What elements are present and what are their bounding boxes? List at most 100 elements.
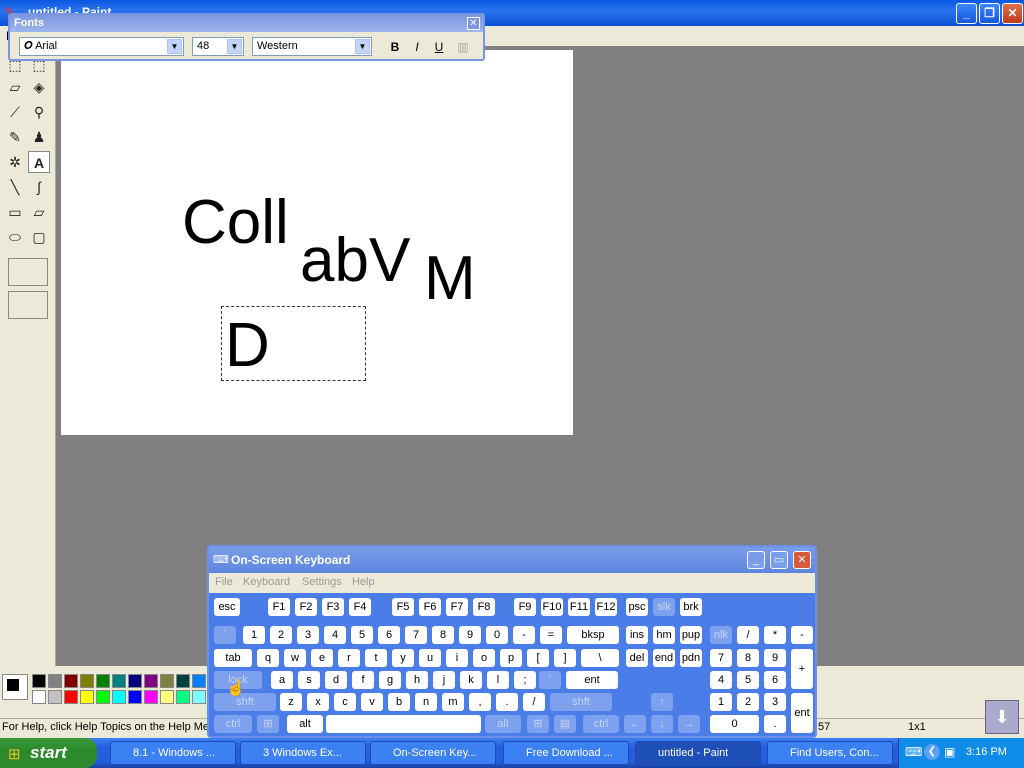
osk-key[interactable]: alt <box>485 715 521 733</box>
font-size-select[interactable]: 48 ▼ <box>192 37 244 56</box>
osk-key[interactable]: 7 <box>710 649 732 667</box>
ellipse-icon[interactable]: ⬭ <box>4 226 26 248</box>
palette-swatch[interactable] <box>48 690 62 704</box>
osk-key[interactable]: pdn <box>680 649 702 667</box>
palette-swatch[interactable] <box>176 674 190 688</box>
fonts-close-button[interactable]: ✕ <box>467 17 480 30</box>
osk-key[interactable]: b <box>388 693 410 711</box>
palette-swatch[interactable] <box>32 690 46 704</box>
osk-close-button[interactable]: ✕ <box>793 551 811 569</box>
osk-key[interactable]: → <box>678 715 700 733</box>
osk-key[interactable]: f <box>352 671 374 689</box>
windows-key-icon[interactable]: ⊞ <box>257 715 279 733</box>
osk-key[interactable]: nlk <box>710 626 732 644</box>
osk-key[interactable]: . <box>496 693 518 711</box>
osk-key[interactable]: 1 <box>710 693 732 711</box>
osk-key[interactable]: q <box>257 649 279 667</box>
curve-icon[interactable]: ∫ <box>28 176 50 198</box>
osk-key[interactable]: F3 <box>322 598 344 616</box>
rounded-rect-icon[interactable]: ▢ <box>28 226 50 248</box>
osk-key[interactable]: 3 <box>764 693 786 711</box>
osk-key[interactable]: F7 <box>446 598 468 616</box>
osk-key[interactable]: t <box>365 649 387 667</box>
osk-key[interactable]: 4 <box>324 626 346 644</box>
menu-key-icon[interactable]: ▤ <box>554 715 576 733</box>
osk-key[interactable]: i <box>446 649 468 667</box>
palette-swatch[interactable] <box>64 674 78 688</box>
font-name-select[interactable]: 𝑶 Arial ▼ <box>19 37 184 56</box>
osk-key[interactable]: m <box>442 693 464 711</box>
osk-key[interactable]: F12 <box>595 598 617 616</box>
osk-key[interactable]: bksp <box>567 626 619 644</box>
palette-swatch[interactable] <box>128 690 142 704</box>
osk-key[interactable]: del <box>626 649 648 667</box>
osk-key[interactable]: ← <box>624 715 646 733</box>
osk-key[interactable]: 7 <box>405 626 427 644</box>
airbrush-icon[interactable]: ✲ <box>4 151 26 173</box>
taskbar-item[interactable]: 8.1 - Windows ... <box>110 741 236 765</box>
bold-button[interactable]: B <box>385 38 405 56</box>
eraser-icon[interactable]: ▱ <box>4 76 26 98</box>
osk-key[interactable]: = <box>540 626 562 644</box>
osk-key[interactable]: F2 <box>295 598 317 616</box>
osk-key[interactable]: ent <box>791 693 813 733</box>
osk-key[interactable]: F5 <box>392 598 414 616</box>
magnifier-icon[interactable]: ⚲ <box>28 101 50 123</box>
transparent-background-option[interactable] <box>8 291 48 319</box>
osk-key[interactable]: ↑ <box>651 693 673 711</box>
keyboard-tray-icon[interactable]: ⌨ <box>905 745 922 759</box>
osk-key[interactable]: brk <box>680 598 702 616</box>
osk-key[interactable]: e <box>311 649 333 667</box>
osk-key[interactable]: ctrl <box>214 715 252 733</box>
palette-swatch[interactable] <box>176 690 190 704</box>
osk-key[interactable]: pup <box>680 626 702 644</box>
palette-swatch[interactable] <box>112 690 126 704</box>
osk-key[interactable]: d <box>325 671 347 689</box>
line-icon[interactable]: ╲ <box>4 176 26 198</box>
osk-key[interactable]: a <box>271 671 293 689</box>
osk-key[interactable]: 2 <box>270 626 292 644</box>
osk-key[interactable]: 9 <box>459 626 481 644</box>
osk-key[interactable]: / <box>523 693 545 711</box>
osk-key[interactable]: 2 <box>737 693 759 711</box>
osk-key[interactable]: s <box>298 671 320 689</box>
osk-key[interactable]: o <box>473 649 495 667</box>
osk-key[interactable]: . <box>764 715 786 733</box>
taskbar-item[interactable]: Find Users, Con... <box>767 741 893 765</box>
osk-key[interactable]: tab <box>214 649 252 667</box>
osk-key[interactable]: x <box>307 693 329 711</box>
osk-key[interactable]: , <box>469 693 491 711</box>
osk-key[interactable]: j <box>433 671 455 689</box>
osk-menu-help[interactable]: Help <box>352 576 375 588</box>
osk-spacebar[interactable] <box>326 715 481 733</box>
osk-key[interactable]: F8 <box>473 598 495 616</box>
palette-swatch[interactable] <box>48 674 62 688</box>
osk-key[interactable]: 5 <box>351 626 373 644</box>
palette-swatch[interactable] <box>160 690 174 704</box>
osk-menu-file[interactable]: File <box>215 576 233 588</box>
osk-key[interactable]: ' <box>539 671 561 689</box>
osk-maximize-button[interactable]: ▭ <box>770 551 788 569</box>
osk-key[interactable]: 9 <box>764 649 786 667</box>
vertical-text-button[interactable]: ▥ <box>453 38 473 56</box>
osk-key[interactable]: z <box>280 693 302 711</box>
palette-swatch[interactable] <box>80 674 94 688</box>
osk-key[interactable]: 4 <box>710 671 732 689</box>
osk-key[interactable]: n <box>415 693 437 711</box>
osk-key[interactable]: 0 <box>486 626 508 644</box>
taskbar-item[interactable]: Free Download ... <box>503 741 629 765</box>
palette-swatch[interactable] <box>96 690 110 704</box>
palette-swatch[interactable] <box>144 690 158 704</box>
osk-key[interactable]: u <box>419 649 441 667</box>
osk-key[interactable]: ctrl <box>583 715 619 733</box>
osk-key[interactable]: - <box>791 626 813 644</box>
polygon-icon[interactable]: ▱ <box>28 201 50 223</box>
osk-key[interactable]: alt <box>287 715 323 733</box>
osk-key[interactable]: F11 <box>568 598 590 616</box>
taskbar-item[interactable]: On-Screen Key... <box>370 741 496 765</box>
palette-swatch[interactable] <box>144 674 158 688</box>
palette-swatch[interactable] <box>128 674 142 688</box>
osk-key[interactable]: - <box>513 626 535 644</box>
osk-key[interactable]: ` <box>214 626 236 644</box>
osk-key[interactable]: shft <box>550 693 612 711</box>
